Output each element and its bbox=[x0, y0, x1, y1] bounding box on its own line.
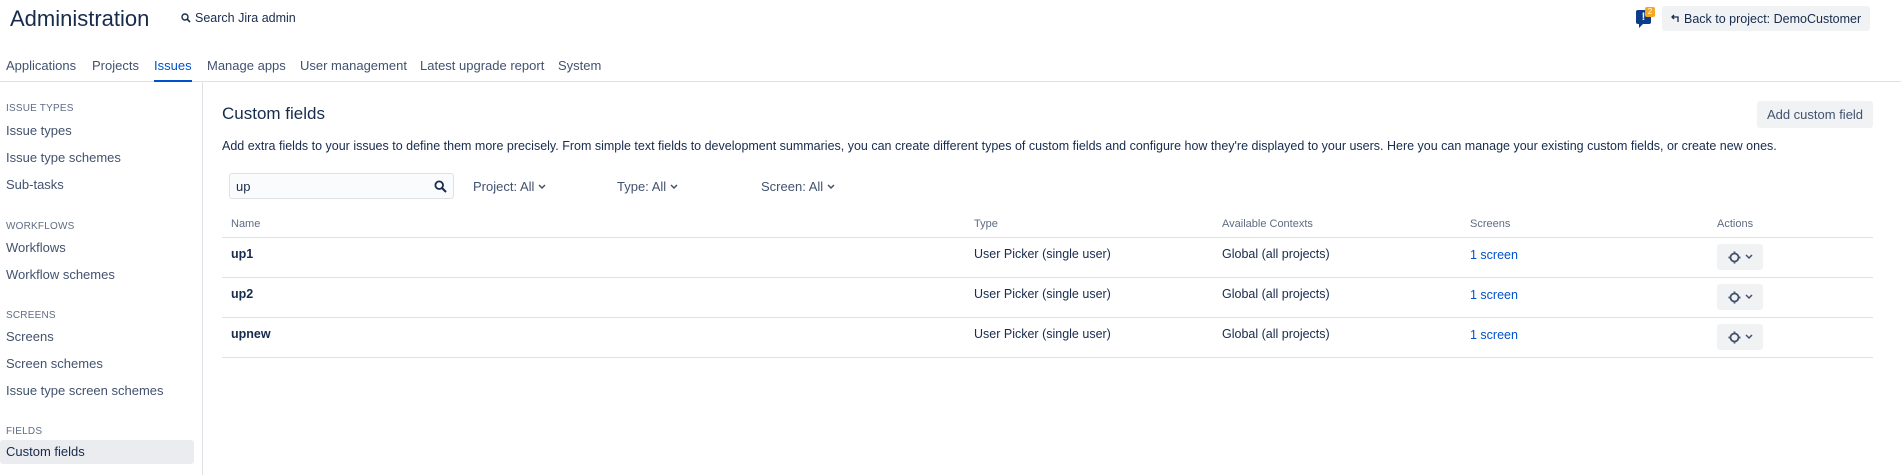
page-title: Administration bbox=[10, 6, 150, 31]
tab-manage-apps[interactable]: Manage apps bbox=[207, 58, 286, 82]
project-filter-dropdown[interactable]: Project: All bbox=[473, 179, 546, 194]
chevron-down-icon bbox=[827, 183, 835, 189]
table-row-type: User Picker (single user) bbox=[974, 247, 1111, 261]
row-actions-button[interactable] bbox=[1717, 284, 1763, 310]
section-description: Add extra fields to your issues to defin… bbox=[222, 139, 1777, 153]
column-header-actions: Actions bbox=[1717, 218, 1754, 230]
chevron-down-icon bbox=[1744, 254, 1753, 260]
sidebar: ISSUE TYPES Issue types Issue type schem… bbox=[0, 82, 203, 475]
filter-search-input[interactable] bbox=[236, 177, 426, 195]
back-button-label: Back to project: DemoCustomer bbox=[1684, 11, 1862, 26]
sidebar-heading-screens: SCREENS bbox=[6, 310, 56, 321]
screen-filter-label: Screen: All bbox=[761, 179, 824, 194]
table-row-screens-link[interactable]: 1 screen bbox=[1470, 328, 1518, 342]
sidebar-heading-fields: FIELDS bbox=[6, 426, 43, 437]
column-header-available-contexts: Available Contexts bbox=[1222, 218, 1313, 230]
sidebar-item-workflows[interactable]: Workflows bbox=[6, 240, 66, 255]
type-filter-dropdown[interactable]: Type: All bbox=[617, 179, 678, 194]
sidebar-item-screens[interactable]: Screens bbox=[6, 329, 54, 344]
table-row-type: User Picker (single user) bbox=[974, 327, 1111, 341]
search-icon[interactable] bbox=[434, 180, 447, 193]
table-divider bbox=[222, 277, 1873, 278]
sidebar-item-sub-tasks[interactable]: Sub-tasks bbox=[6, 177, 64, 192]
tab-projects[interactable]: Projects bbox=[92, 58, 139, 82]
column-header-type: Type bbox=[974, 218, 998, 230]
table-row-contexts: Global (all projects) bbox=[1222, 287, 1330, 301]
type-filter-label: Type: All bbox=[617, 179, 667, 194]
tab-system[interactable]: System bbox=[558, 58, 601, 82]
top-header: Administration Search Jira admin ! 2 Bac… bbox=[0, 0, 1901, 38]
tab-issues[interactable]: Issues bbox=[154, 58, 192, 82]
search-admin[interactable]: Search Jira admin bbox=[181, 11, 296, 25]
table-divider bbox=[222, 237, 1873, 238]
section-title: Custom fields bbox=[222, 104, 325, 123]
sidebar-item-issue-type-schemes[interactable]: Issue type schemes bbox=[6, 150, 121, 165]
tab-applications[interactable]: Applications bbox=[6, 58, 76, 82]
table-row-type: User Picker (single user) bbox=[974, 287, 1111, 301]
chevron-down-icon bbox=[670, 183, 678, 189]
sidebar-item-issue-types[interactable]: Issue types bbox=[6, 123, 72, 138]
screen-filter-dropdown[interactable]: Screen: All bbox=[761, 179, 835, 194]
column-header-name: Name bbox=[231, 218, 261, 230]
filter-search-field[interactable] bbox=[229, 173, 454, 199]
back-to-project-button[interactable]: Back to project: DemoCustomer bbox=[1662, 6, 1871, 31]
notification-button[interactable]: ! 2 bbox=[1636, 7, 1658, 28]
gear-icon bbox=[1728, 291, 1740, 303]
row-actions-button[interactable] bbox=[1717, 324, 1763, 350]
project-filter-label: Project: All bbox=[473, 179, 535, 194]
sidebar-heading-issue-types: ISSUE TYPES bbox=[6, 103, 74, 114]
table-divider bbox=[222, 357, 1873, 358]
table-row-screens-link[interactable]: 1 screen bbox=[1470, 288, 1518, 302]
search-icon bbox=[181, 13, 191, 23]
sidebar-heading-workflows: WORKFLOWS bbox=[6, 221, 75, 232]
tab-user-management[interactable]: User management bbox=[300, 58, 407, 82]
table-row-screens-link[interactable]: 1 screen bbox=[1470, 248, 1518, 262]
table-row-name: up1 bbox=[231, 247, 254, 261]
admin-tabs: Applications Projects Issues Manage apps… bbox=[0, 48, 1901, 82]
back-arrow-icon bbox=[1671, 14, 1679, 22]
sidebar-item-custom-fields[interactable]: Custom fields bbox=[0, 440, 194, 464]
sidebar-item-workflow-schemes[interactable]: Workflow schemes bbox=[6, 267, 115, 282]
table-row-contexts: Global (all projects) bbox=[1222, 327, 1330, 341]
search-label: Search Jira admin bbox=[195, 11, 296, 25]
table-row-contexts: Global (all projects) bbox=[1222, 247, 1330, 261]
chevron-down-icon bbox=[538, 183, 546, 189]
chevron-down-icon bbox=[1744, 294, 1753, 300]
table-divider bbox=[222, 317, 1873, 318]
column-header-screens: Screens bbox=[1470, 218, 1511, 230]
chevron-down-icon bbox=[1744, 334, 1753, 340]
tab-latest-upgrade-report[interactable]: Latest upgrade report bbox=[420, 58, 544, 82]
sidebar-item-issue-type-screen-schemes[interactable]: Issue type screen schemes bbox=[6, 383, 164, 398]
gear-icon bbox=[1728, 331, 1740, 343]
gear-icon bbox=[1728, 251, 1740, 263]
row-actions-button[interactable] bbox=[1717, 244, 1763, 270]
table-row-name: upnew bbox=[231, 327, 271, 341]
page-scrollbar[interactable] bbox=[1889, 82, 1901, 475]
add-custom-field-button[interactable]: Add custom field bbox=[1757, 101, 1873, 128]
sidebar-item-screen-schemes[interactable]: Screen schemes bbox=[6, 356, 103, 371]
notification-count-badge: 2 bbox=[1645, 7, 1655, 17]
table-row-name: up2 bbox=[231, 287, 254, 301]
